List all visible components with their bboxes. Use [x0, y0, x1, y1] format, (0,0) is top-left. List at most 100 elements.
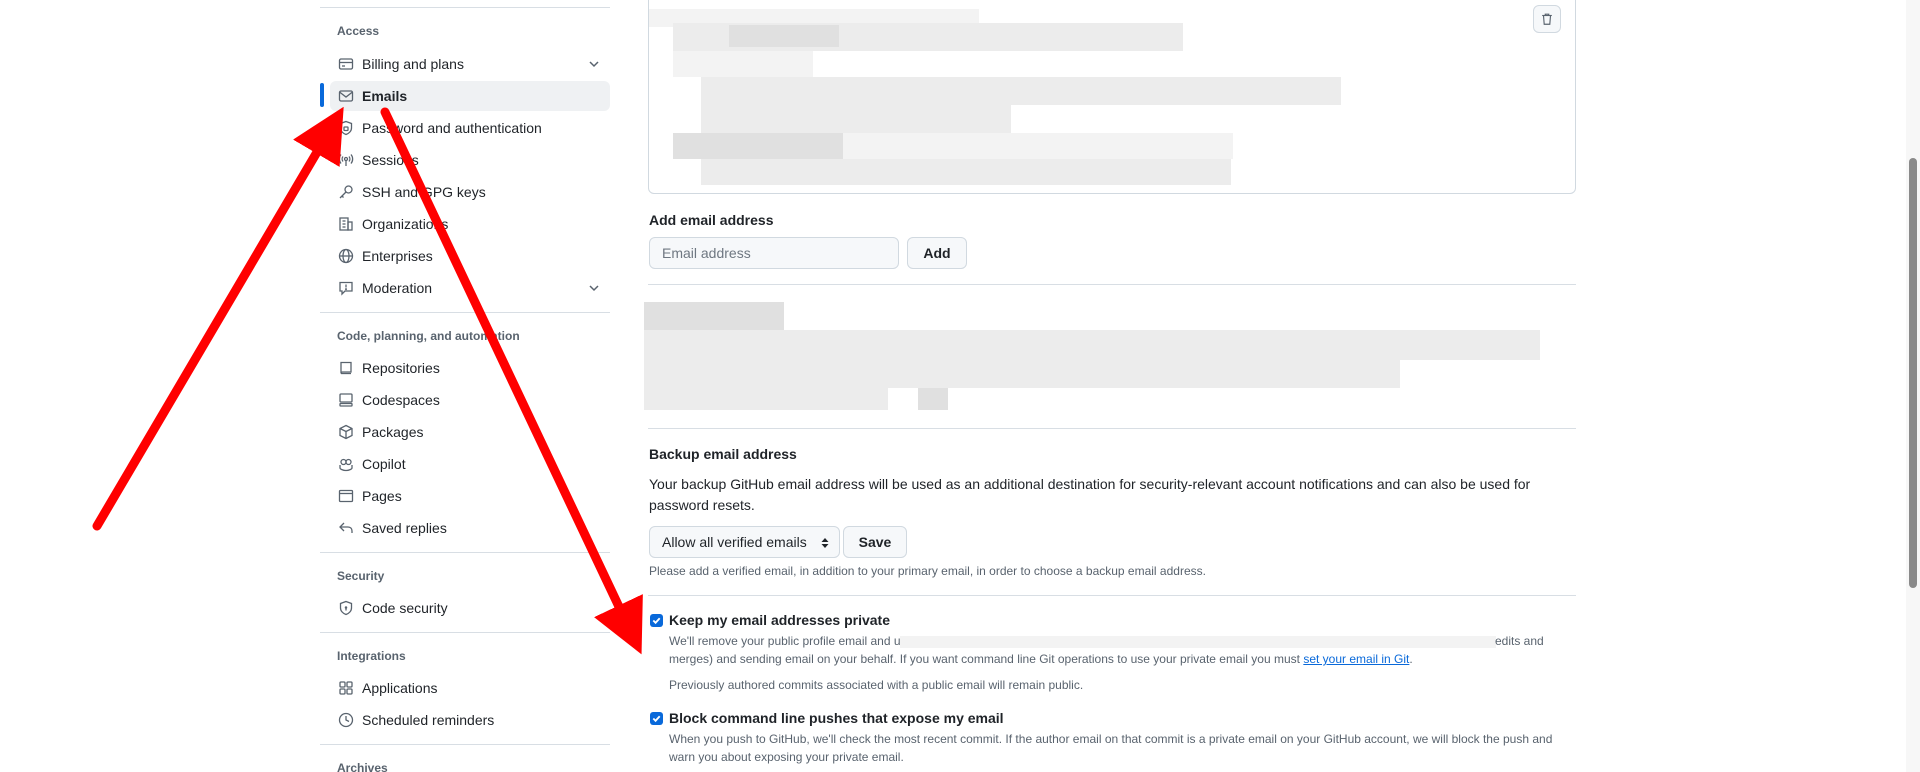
sidebar-item-emails[interactable]: Emails [330, 81, 610, 111]
keep-private-desc-end: edits and [1495, 634, 1544, 648]
redacted-block [701, 159, 1231, 185]
checkmark-icon [652, 617, 661, 625]
backup-email-select[interactable]: Allow all verified emails [649, 526, 840, 558]
sidebar-item-applications[interactable]: Applications [330, 673, 610, 703]
credit-card-icon [338, 56, 354, 72]
sidebar-item-code-security[interactable]: Code security [330, 593, 610, 623]
codespaces-icon [338, 392, 354, 408]
sidebar-item-pages[interactable]: Pages [330, 481, 610, 511]
globe-icon [338, 248, 354, 264]
sidebar-item-sessions[interactable]: Sessions [330, 145, 610, 175]
redacted-block [900, 636, 1496, 648]
key-icon [338, 184, 354, 200]
report-icon [338, 280, 354, 296]
redacted-block [918, 388, 948, 410]
sidebar-item-label: Billing and plans [362, 56, 464, 72]
chevron-down-icon[interactable] [586, 280, 602, 296]
sidebar-item-scheduled-reminders[interactable]: Scheduled reminders [330, 705, 610, 735]
email-address-input[interactable] [649, 237, 899, 269]
copilot-icon [338, 456, 354, 472]
repo-icon [338, 360, 354, 376]
block-pushes-desc-line2: warn you about exposing your private ema… [669, 750, 904, 764]
page-scrollbar[interactable] [1906, 0, 1920, 772]
sidebar-item-billing[interactable]: Billing and plans [330, 49, 610, 79]
keep-private-desc-line2: merges) and sending email on your behalf… [669, 650, 1569, 668]
section-divider [648, 284, 1576, 285]
section-heading-archives: Archives [337, 761, 388, 772]
save-backup-button[interactable]: Save [843, 526, 907, 558]
scrollbar-thumb[interactable] [1909, 158, 1917, 588]
annotation-arrow [92, 106, 344, 531]
backup-email-title: Backup email address [649, 446, 797, 462]
section-heading-code: Code, planning, and automation [337, 329, 520, 343]
sidebar-item-label: Moderation [362, 280, 433, 296]
block-pushes-title: Block command line pushes that expose my… [669, 710, 1004, 726]
sidebar-item-copilot[interactable]: Copilot [330, 449, 610, 479]
delete-email-button[interactable] [1533, 5, 1561, 33]
chevron-down-icon[interactable] [586, 56, 602, 72]
sidebar-divider [320, 552, 610, 553]
backup-email-description: Your backup GitHub email address will be… [649, 476, 1531, 513]
block-pushes-checkbox[interactable] [650, 712, 663, 725]
checkmark-icon [652, 715, 661, 723]
sidebar-item-organizations[interactable]: Organizations [330, 209, 610, 239]
sidebar-item-label: Sessions [362, 152, 419, 168]
block-pushes-desc-line1: When you push to GitHub, we'll check the… [669, 732, 1553, 746]
sidebar-item-moderation[interactable]: Moderation [330, 273, 610, 303]
sidebar-item-saved-replies[interactable]: Saved replies [330, 513, 610, 543]
add-email-button[interactable]: Add [907, 237, 967, 269]
section-heading-integrations: Integrations [337, 649, 406, 663]
broadcast-icon [338, 152, 354, 168]
sidebar-divider [320, 744, 610, 745]
redacted-block [673, 51, 813, 77]
keep-private-desc-line2-suffix: . [1409, 652, 1413, 666]
keep-private-desc-start: We'll remove your public profile email a… [669, 634, 901, 648]
shield-lock-icon [338, 120, 354, 136]
redacted-block [729, 25, 839, 47]
sidebar-item-packages[interactable]: Packages [330, 417, 610, 447]
redacted-block [644, 302, 784, 330]
sidebar-item-repositories[interactable]: Repositories [330, 353, 610, 383]
sidebar-item-label: Applications [362, 680, 438, 696]
redacted-block [644, 360, 1400, 388]
redacted-block [701, 105, 1011, 133]
backup-email-select-value: Allow all verified emails [662, 534, 807, 550]
section-divider [648, 595, 1576, 596]
sidebar-item-label: Code security [362, 600, 448, 616]
keep-private-note: Previously authored commits associated w… [669, 678, 1084, 692]
sidebar-item-ssh-keys[interactable]: SSH and GPG keys [330, 177, 610, 207]
sidebar-item-label: Copilot [362, 456, 406, 472]
section-heading-access: Access [337, 24, 380, 38]
keep-email-private-checkbox[interactable] [650, 614, 663, 627]
keep-email-private-title: Keep my email addresses private [669, 612, 891, 628]
sidebar-divider [320, 632, 610, 633]
apps-icon [338, 680, 354, 696]
reply-icon [338, 520, 354, 536]
sidebar-item-label: Codespaces [362, 392, 440, 408]
set-email-in-git-link[interactable]: set your email in Git [1303, 652, 1409, 666]
redacted-block [644, 388, 888, 410]
sidebar-item-enterprises[interactable]: Enterprises [330, 241, 610, 271]
section-heading-security: Security [337, 569, 385, 583]
sidebar-item-label: Packages [362, 424, 424, 440]
emails-settings-main: Add email address Add Backup email addre… [644, 0, 1578, 772]
sidebar-item-label: SSH and GPG keys [362, 184, 486, 200]
sidebar-item-label: Password and authentication [362, 120, 542, 136]
sidebar-item-password[interactable]: Password and authentication [330, 113, 610, 143]
mail-icon [338, 88, 354, 104]
redacted-block [673, 133, 843, 159]
sidebar-item-label: Organizations [362, 216, 449, 232]
package-icon [338, 424, 354, 440]
shield-check-icon [338, 600, 354, 616]
redacted-block [644, 330, 1540, 360]
sidebar-item-label: Saved replies [362, 520, 447, 536]
keep-private-desc-line2-text: merges) and sending email on your behalf… [669, 652, 1304, 666]
redacted-block [701, 77, 1341, 105]
sidebar-item-codespaces[interactable]: Codespaces [330, 385, 610, 415]
section-divider [648, 428, 1576, 429]
organization-icon [338, 216, 354, 232]
active-indicator [320, 83, 324, 107]
redacted-block [843, 133, 1233, 159]
email-list-box [648, 0, 1576, 194]
sidebar-item-label: Scheduled reminders [362, 712, 495, 728]
